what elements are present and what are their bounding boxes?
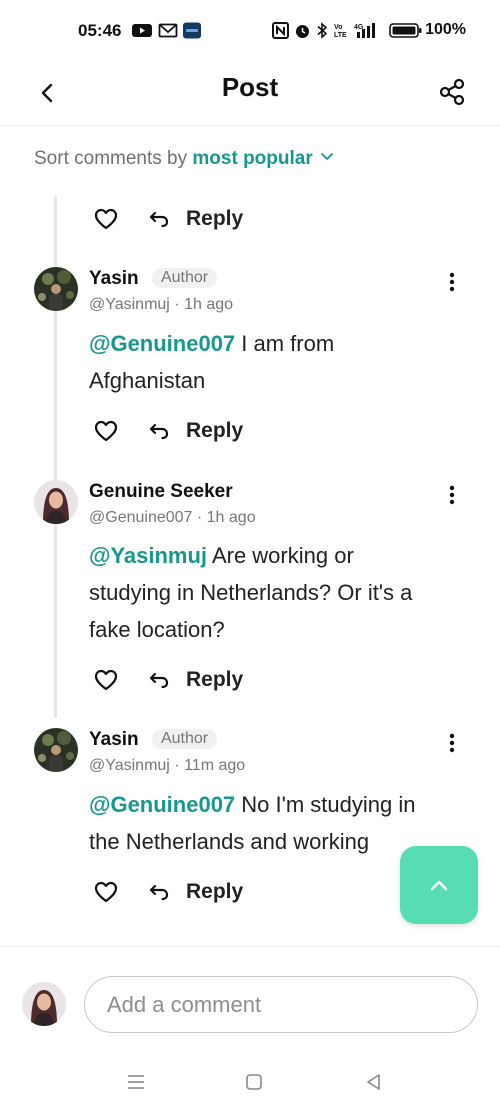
volte-icon: Vo LTE xyxy=(334,24,347,39)
avatar[interactable] xyxy=(34,480,78,524)
battery-percent: 100% xyxy=(425,21,466,38)
author-name[interactable]: Yasin xyxy=(89,729,139,750)
author-handle: @Yasinmuj xyxy=(89,296,170,313)
author-handle: @Genuine007 xyxy=(89,509,193,526)
reply-label: Reply xyxy=(186,207,244,230)
system-navigation-bar xyxy=(0,1056,500,1111)
more-options-button[interactable] xyxy=(440,267,464,297)
divider xyxy=(0,946,500,947)
avatar-image xyxy=(34,480,78,524)
bluetooth-icon xyxy=(317,22,328,39)
signal-icon: 4G xyxy=(354,23,375,38)
menu-icon xyxy=(128,1075,144,1089)
home-nav-button[interactable] xyxy=(239,1070,269,1094)
svg-text:LTE: LTE xyxy=(334,32,347,39)
mention-link[interactable]: @Yasinmuj xyxy=(89,543,207,568)
comment-author: Genuine Seeker xyxy=(89,481,233,503)
comment-author: Yasin Author xyxy=(89,729,218,751)
chevron-down-icon xyxy=(321,153,333,160)
mention-link[interactable]: @Genuine007 xyxy=(89,331,235,356)
comment-body: @Yasinmuj Are working or studying in Net… xyxy=(89,543,413,642)
reply-label: Reply xyxy=(186,880,244,903)
reply-button[interactable]: Reply xyxy=(148,880,243,904)
comment-time: 1h ago xyxy=(184,296,234,313)
comment-actions: Reply xyxy=(92,875,243,909)
reply-button[interactable]: Reply xyxy=(148,668,243,692)
menu-nav-button[interactable] xyxy=(121,1070,151,1094)
youtube-icon xyxy=(132,24,152,37)
avatar[interactable] xyxy=(34,728,78,772)
add-comment-input[interactable] xyxy=(84,976,478,1033)
share-button[interactable] xyxy=(434,74,470,110)
more-vertical-icon xyxy=(449,733,455,753)
reply-icon xyxy=(149,211,169,228)
mention-link[interactable]: @Genuine007 xyxy=(89,792,235,817)
reply-icon xyxy=(149,884,169,901)
heart-icon xyxy=(94,420,118,442)
share-icon xyxy=(439,78,465,106)
nfc-icon xyxy=(272,22,289,39)
author-name[interactable]: Yasin xyxy=(89,268,139,289)
reply-button[interactable]: Reply xyxy=(148,419,243,443)
reply-label: Reply xyxy=(186,668,244,691)
svg-text:Vo: Vo xyxy=(334,24,342,31)
heart-icon xyxy=(94,669,118,691)
comment-actions: Reply xyxy=(92,414,243,448)
status-time: 05:46 xyxy=(78,21,122,40)
scroll-to-top-button[interactable] xyxy=(400,846,478,924)
more-options-button[interactable] xyxy=(440,480,464,510)
avatar-image xyxy=(34,267,78,311)
app-notification-icon xyxy=(183,22,201,39)
page-title: Post xyxy=(221,72,279,102)
author-handle: @Yasinmuj xyxy=(89,757,170,774)
comment-meta: @Yasinmuj · 1h ago xyxy=(89,296,234,313)
comment-time: 11m ago xyxy=(184,757,246,774)
like-button[interactable] xyxy=(92,878,120,906)
like-button[interactable] xyxy=(92,417,120,445)
comment-author: Yasin Author xyxy=(89,268,218,290)
sort-prefix: Sort comments by xyxy=(34,148,188,169)
author-name[interactable]: Genuine Seeker xyxy=(89,481,233,502)
like-button[interactable] xyxy=(92,666,120,694)
comment-meta: @Yasinmuj · 11m ago xyxy=(89,757,246,774)
status-bar: 05:46 Vo LTE 4G 100% xyxy=(0,0,500,62)
avatar[interactable] xyxy=(34,267,78,311)
more-vertical-icon xyxy=(449,485,455,505)
reply-label: Reply xyxy=(186,419,244,442)
sort-control: Sort comments by most popular xyxy=(34,148,334,170)
heart-icon xyxy=(94,881,118,903)
avatar-image xyxy=(34,728,78,772)
top-app-bar: Post xyxy=(0,62,500,126)
author-badge: Author xyxy=(151,729,218,749)
heart-icon xyxy=(94,208,118,230)
sort-dropdown[interactable]: most popular xyxy=(192,148,334,169)
home-square-icon xyxy=(246,1074,262,1090)
comment-body: @Genuine007 I am from Afghanistan xyxy=(89,331,335,393)
comment-meta: @Genuine007 · 1h ago xyxy=(89,509,256,526)
current-user-avatar xyxy=(22,982,66,1026)
battery-icon xyxy=(389,23,422,38)
sort-value: most popular xyxy=(192,148,313,169)
alarm-icon xyxy=(296,25,309,38)
reply-button[interactable]: Reply xyxy=(148,207,243,231)
avatar-image xyxy=(22,982,66,1026)
comment-body: @Genuine007 No I'm studying in the Nethe… xyxy=(89,792,416,854)
more-vertical-icon xyxy=(449,272,455,292)
comment-actions: Reply xyxy=(92,663,243,697)
comment-actions: Reply xyxy=(92,202,243,236)
reply-icon xyxy=(149,672,169,689)
like-button[interactable] xyxy=(92,205,120,233)
chevron-up-icon xyxy=(430,880,448,891)
more-options-button[interactable] xyxy=(440,728,464,758)
back-nav-button[interactable] xyxy=(359,1070,389,1094)
reply-icon xyxy=(149,423,169,440)
gmail-icon xyxy=(158,23,178,38)
back-triangle-icon xyxy=(367,1074,380,1090)
author-badge: Author xyxy=(151,268,218,288)
comment-time: 1h ago xyxy=(206,509,256,526)
